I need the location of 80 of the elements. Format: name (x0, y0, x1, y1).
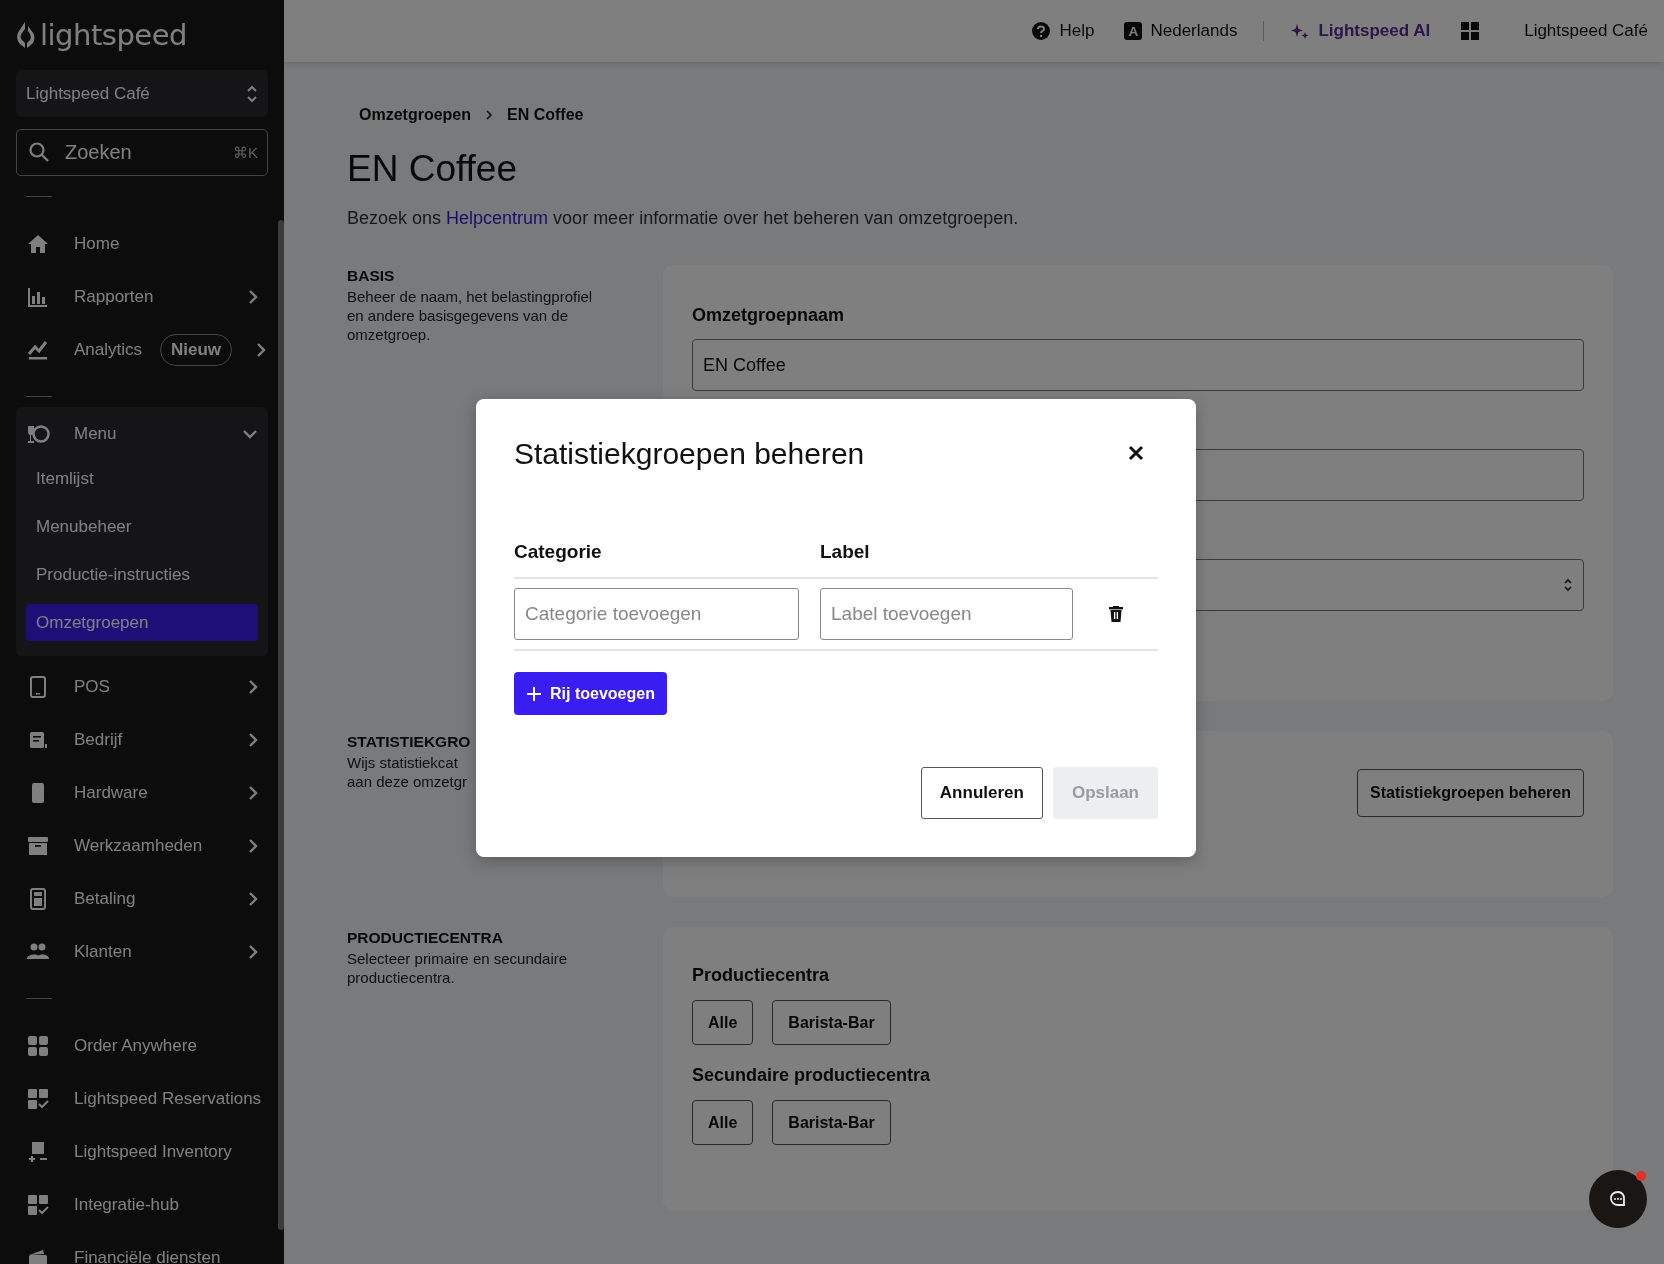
help-icon (1031, 21, 1052, 41)
option-chip[interactable]: Barista-Bar (772, 1100, 891, 1145)
cancel-button[interactable]: Annuleren (920, 767, 1043, 819)
nav-item[interactable]: Lightspeed Reservations (16, 1072, 268, 1125)
help-center-link[interactable]: Helpcentrum (446, 208, 549, 228)
submenu-item[interactable]: Productie-instructies (26, 556, 258, 593)
nav-item[interactable]: Order Anywhere (16, 1019, 268, 1072)
up-down-chevron-icon (246, 83, 258, 104)
chevron-right-icon (248, 678, 258, 695)
close-icon[interactable] (1128, 445, 1144, 461)
option-chip[interactable]: Barista-Bar (772, 1000, 891, 1045)
section-description: Selecteer primaire en secundaire productiecentra. (347, 949, 569, 987)
apps-grid-icon[interactable] (1460, 21, 1481, 41)
category-field[interactable]: Categorie toevoegen (514, 588, 799, 640)
page-title: EN Coffee (347, 148, 519, 190)
section-description: Beheer de naam, het belastingprofiel en andere basisgegevens van de omzetgroep. (347, 287, 594, 344)
nav-item[interactable]: Werkzaamheden (16, 819, 268, 872)
field-label: Omzetgroepnaam (692, 305, 846, 327)
shortcut-hint: ⌘K (233, 144, 258, 162)
box-icon (26, 1139, 50, 1164)
help-link[interactable]: Help (1031, 21, 1095, 41)
chevron-right-icon (248, 288, 258, 305)
breadcrumb-link[interactable]: EN Coffee (507, 106, 584, 124)
add-row-button[interactable]: Rij toevoegen (514, 672, 667, 715)
section-description: Wijs statistiekcat aan deze omzetgr (347, 753, 469, 791)
chevron-right-icon (256, 341, 267, 358)
ai-link[interactable]: Lightspeed AI (1290, 21, 1431, 41)
column-header: Categorie (514, 541, 603, 563)
breadcrumb-link[interactable]: Omzetgroepen (359, 106, 471, 124)
grid-check-icon (26, 1192, 50, 1217)
submenu-item[interactable]: Menubeheer (26, 508, 258, 545)
column-header: Label (820, 541, 870, 563)
section-heading: PRODUCTIECENTRA (347, 929, 504, 947)
chevron-right-icon (485, 109, 493, 121)
nav-item[interactable]: Analytics Nieuw (16, 323, 268, 376)
plus-icon (526, 685, 542, 702)
nav-item[interactable]: Betaling (16, 872, 268, 925)
dialog-title: Statistiekgroepen beheren (514, 437, 865, 471)
nav-item[interactable]: Rapporten (16, 270, 268, 323)
trash-icon[interactable] (1109, 606, 1123, 622)
chevron-icon (242, 428, 258, 439)
nav-item[interactable]: Integratie-hub (16, 1178, 268, 1231)
language-icon: A (1124, 22, 1143, 40)
group-title: Productiecentra (692, 965, 831, 986)
up-down-chevron-icon (1563, 577, 1573, 593)
nav-item[interactable]: Klanten (16, 925, 268, 978)
logo-wordmark: lightspeed (40, 18, 187, 52)
section-heading: BASIS (347, 267, 396, 285)
account-menu[interactable]: Lightspeed Café (1524, 21, 1648, 41)
scrollbar-thumb[interactable] (278, 220, 284, 1230)
section-heading: STATISTIEKGRO (347, 733, 472, 751)
chevron-right-icon (248, 837, 258, 854)
submenu-item[interactable]: Omzetgroepen (26, 604, 258, 641)
flame-logo-icon (16, 20, 36, 50)
nav-item[interactable]: Lightspeed Inventory (16, 1125, 268, 1178)
manage-groups-button[interactable]: Statistiekgroepen beheren (1357, 769, 1584, 817)
chevron-right-icon (248, 943, 258, 960)
grid-icon (26, 1033, 50, 1058)
submenu-item[interactable]: Itemlijst (26, 460, 258, 497)
label-field[interactable]: Label toevoegen (820, 588, 1073, 640)
nav-item[interactable]: Home (16, 217, 268, 270)
chevron-right-icon (248, 784, 258, 801)
search-icon (28, 141, 50, 163)
nav-item[interactable]: POS (16, 660, 268, 713)
chat-button[interactable] (1589, 1170, 1647, 1228)
grid-check-icon (26, 1086, 50, 1111)
location-selector[interactable]: Lightspeed Café (16, 70, 268, 117)
option-chip[interactable]: Alle (692, 1000, 754, 1045)
chevron-right-icon (248, 731, 258, 748)
intro-text: Bezoek ons Helpcentrum voor meer informatie over het beheren van omzetgroepen. (347, 208, 1020, 229)
text-field[interactable]: EN Coffee (692, 339, 1584, 391)
nav-item[interactable]: Menu (16, 407, 268, 460)
option-chip[interactable]: Alle (692, 1100, 754, 1145)
nav-item[interactable]: Bedrijf (16, 713, 268, 766)
language-selector[interactable]: A Nederlands (1124, 21, 1238, 41)
group-title: Secundaire productiecentra (692, 1065, 932, 1086)
chevron-right-icon (248, 890, 258, 907)
nav-item[interactable]: Financiële diensten (16, 1231, 268, 1264)
chat-bubble-icon (1608, 1189, 1628, 1209)
nav-item[interactable]: Hardware (16, 766, 268, 819)
